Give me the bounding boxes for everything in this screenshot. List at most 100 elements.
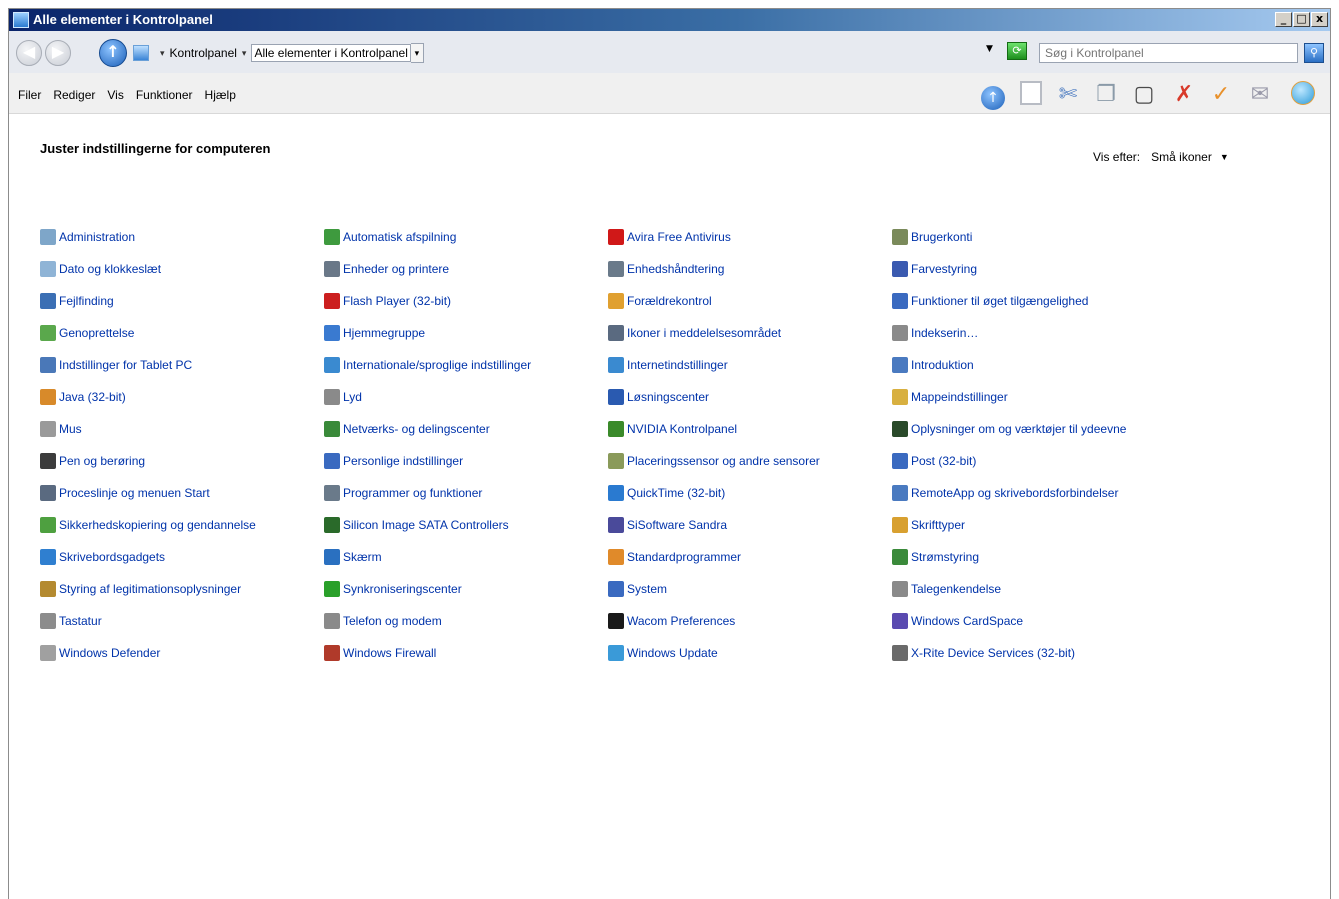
control-panel-item-label[interactable]: Brugerkonti <box>911 230 972 244</box>
control-panel-item[interactable]: Flash Player (32-bit) <box>324 292 451 310</box>
control-panel-item[interactable]: Indekserin… <box>892 324 978 342</box>
close-button[interactable]: x <box>1311 12 1328 27</box>
control-panel-item[interactable]: Avira Free Antivirus <box>608 228 731 246</box>
control-panel-item[interactable]: Silicon Image SATA Controllers <box>324 516 509 534</box>
control-panel-item-label[interactable]: Telefon og modem <box>343 614 442 628</box>
control-panel-item[interactable]: Mus <box>40 420 82 438</box>
control-panel-item[interactable]: Windows CardSpace <box>892 612 1023 630</box>
control-panel-item[interactable]: Telefon og modem <box>324 612 442 630</box>
menu-view[interactable]: Vis <box>107 88 123 102</box>
control-panel-item[interactable]: QuickTime (32-bit) <box>608 484 725 502</box>
title-bar[interactable]: Alle elementer i Kontrolpanel _ □ x <box>9 9 1330 31</box>
control-panel-item-label[interactable]: Enheder og printere <box>343 262 449 276</box>
control-panel-item[interactable]: Styring af legitimationsoplysninger <box>40 580 241 598</box>
chevron-down-icon[interactable]: ▾ <box>410 43 424 63</box>
control-panel-item-label[interactable]: QuickTime (32-bit) <box>627 486 725 500</box>
control-panel-item-label[interactable]: RemoteApp og skrivebordsforbindelser <box>911 486 1118 500</box>
forward-button[interactable]: ▶ <box>45 40 71 66</box>
control-panel-item[interactable]: Internetindstillinger <box>608 356 728 374</box>
control-panel-item[interactable]: Wacom Preferences <box>608 612 735 630</box>
control-panel-item-label[interactable]: Mappeindstillinger <box>911 390 1008 404</box>
control-panel-item-label[interactable]: Talegenkendelse <box>911 582 1001 596</box>
breadcrumb[interactable]: ▾ Kontrolpanel ▾ Alle elementer i Kontro… <box>133 43 424 63</box>
control-panel-item[interactable]: Windows Firewall <box>324 644 436 662</box>
control-panel-item-label[interactable]: Proceslinje og menuen Start <box>59 486 210 500</box>
control-panel-item[interactable]: Automatisk afspilning <box>324 228 456 246</box>
control-panel-item-label[interactable]: Funktioner til øget tilgængelighed <box>911 294 1088 308</box>
control-panel-item[interactable]: Placeringssensor og andre sensorer <box>608 452 820 470</box>
control-panel-item-label[interactable]: Farvestyring <box>911 262 977 276</box>
control-panel-item-label[interactable]: Sikkerhedskopiering og gendannelse <box>59 518 256 532</box>
globe-icon[interactable] <box>1289 81 1317 109</box>
control-panel-item-label[interactable]: Internationale/sproglige indstillinger <box>343 358 531 372</box>
control-panel-item[interactable]: Windows Update <box>608 644 718 662</box>
control-panel-item[interactable]: Synkroniseringscenter <box>324 580 462 598</box>
control-panel-item-label[interactable]: Post (32-bit) <box>911 454 976 468</box>
control-panel-item[interactable]: SiSoftware Sandra <box>608 516 727 534</box>
control-panel-item[interactable]: Skærm <box>324 548 382 566</box>
paste-icon[interactable]: ▢ <box>1130 81 1158 109</box>
control-panel-item[interactable]: Introduktion <box>892 356 974 374</box>
control-panel-item[interactable]: Administration <box>40 228 135 246</box>
control-panel-item[interactable]: Oplysninger om og værktøjer til ydeevne <box>892 420 1126 438</box>
control-panel-item-label[interactable]: Internetindstillinger <box>627 358 728 372</box>
delete-icon[interactable]: ✗ <box>1170 81 1198 109</box>
control-panel-item[interactable]: Funktioner til øget tilgængelighed <box>892 292 1088 310</box>
control-panel-item[interactable]: Hjemmegruppe <box>324 324 425 342</box>
view-by-value[interactable]: Små ikoner <box>1151 150 1212 164</box>
control-panel-item[interactable]: System <box>608 580 667 598</box>
control-panel-item[interactable]: Indstillinger for Tablet PC <box>40 356 192 374</box>
menu-edit[interactable]: Rediger <box>53 88 95 102</box>
control-panel-item[interactable]: Sikkerhedskopiering og gendannelse <box>40 516 256 534</box>
control-panel-item[interactable]: Løsningscenter <box>608 388 709 406</box>
control-panel-item[interactable]: Tastatur <box>40 612 102 630</box>
control-panel-item-label[interactable]: Programmer og funktioner <box>343 486 482 500</box>
control-panel-item[interactable]: Forældrekontrol <box>608 292 712 310</box>
control-panel-item-label[interactable]: X-Rite Device Services (32-bit) <box>911 646 1075 660</box>
control-panel-item-label[interactable]: Fejlfinding <box>59 294 114 308</box>
control-panel-item[interactable]: Dato og klokkeslæt <box>40 260 161 278</box>
control-panel-item[interactable]: Lyd <box>324 388 362 406</box>
cut-icon[interactable]: ✄ <box>1054 81 1082 109</box>
control-panel-item-label[interactable]: Strømstyring <box>911 550 979 564</box>
up-icon[interactable]: ↑ <box>979 82 1007 110</box>
control-panel-item[interactable]: Skrivebordsgadgets <box>40 548 165 566</box>
control-panel-item[interactable]: Internationale/sproglige indstillinger <box>324 356 531 374</box>
control-panel-item-label[interactable]: Skrifttyper <box>911 518 965 532</box>
control-panel-item-label[interactable]: Flash Player (32-bit) <box>343 294 451 308</box>
control-panel-item[interactable]: Brugerkonti <box>892 228 972 246</box>
minimize-button[interactable]: _ <box>1275 12 1292 27</box>
control-panel-item[interactable]: Windows Defender <box>40 644 160 662</box>
control-panel-item-label[interactable]: SiSoftware Sandra <box>627 518 727 532</box>
control-panel-item-label[interactable]: Placeringssensor og andre sensorer <box>627 454 820 468</box>
control-panel-item-label[interactable]: Pen og berøring <box>59 454 145 468</box>
menu-tools[interactable]: Funktioner <box>136 88 193 102</box>
chevron-down-icon[interactable]: ▾ <box>160 48 165 59</box>
control-panel-item[interactable]: Strømstyring <box>892 548 979 566</box>
control-panel-item[interactable]: X-Rite Device Services (32-bit) <box>892 644 1075 662</box>
control-panel-item-label[interactable]: Personlige indstillinger <box>343 454 463 468</box>
control-panel-item[interactable]: Netværks- og delingscenter <box>324 420 490 438</box>
control-panel-item-label[interactable]: Windows Firewall <box>343 646 436 660</box>
menu-help[interactable]: Hjælp <box>205 88 236 102</box>
control-panel-item-label[interactable]: Windows Defender <box>59 646 160 660</box>
control-panel-item-label[interactable]: Netværks- og delingscenter <box>343 422 490 436</box>
control-panel-item-label[interactable]: NVIDIA Kontrolpanel <box>627 422 737 436</box>
control-panel-item-label[interactable]: Wacom Preferences <box>627 614 735 628</box>
menu-file[interactable]: Filer <box>18 88 41 102</box>
control-panel-item-label[interactable]: Administration <box>59 230 135 244</box>
control-panel-item-label[interactable]: Standardprogrammer <box>627 550 741 564</box>
back-button[interactable]: ◀ <box>16 40 42 66</box>
control-panel-item-label[interactable]: Enhedshåndtering <box>627 262 724 276</box>
control-panel-item-label[interactable]: Dato og klokkeslæt <box>59 262 161 276</box>
control-panel-item[interactable]: RemoteApp og skrivebordsforbindelser <box>892 484 1118 502</box>
control-panel-item-label[interactable]: Styring af legitimationsoplysninger <box>59 582 241 596</box>
control-panel-item[interactable]: Skrifttyper <box>892 516 965 534</box>
search-input[interactable] <box>1039 43 1298 63</box>
control-panel-item[interactable]: Enhedshåndtering <box>608 260 724 278</box>
view-by[interactable]: Vis efter: Små ikoner ▼ <box>1093 150 1229 164</box>
control-panel-item[interactable]: Post (32-bit) <box>892 452 976 470</box>
control-panel-item-label[interactable]: Tastatur <box>59 614 102 628</box>
control-panel-item-label[interactable]: Løsningscenter <box>627 390 709 404</box>
control-panel-item[interactable]: Fejlfinding <box>40 292 114 310</box>
